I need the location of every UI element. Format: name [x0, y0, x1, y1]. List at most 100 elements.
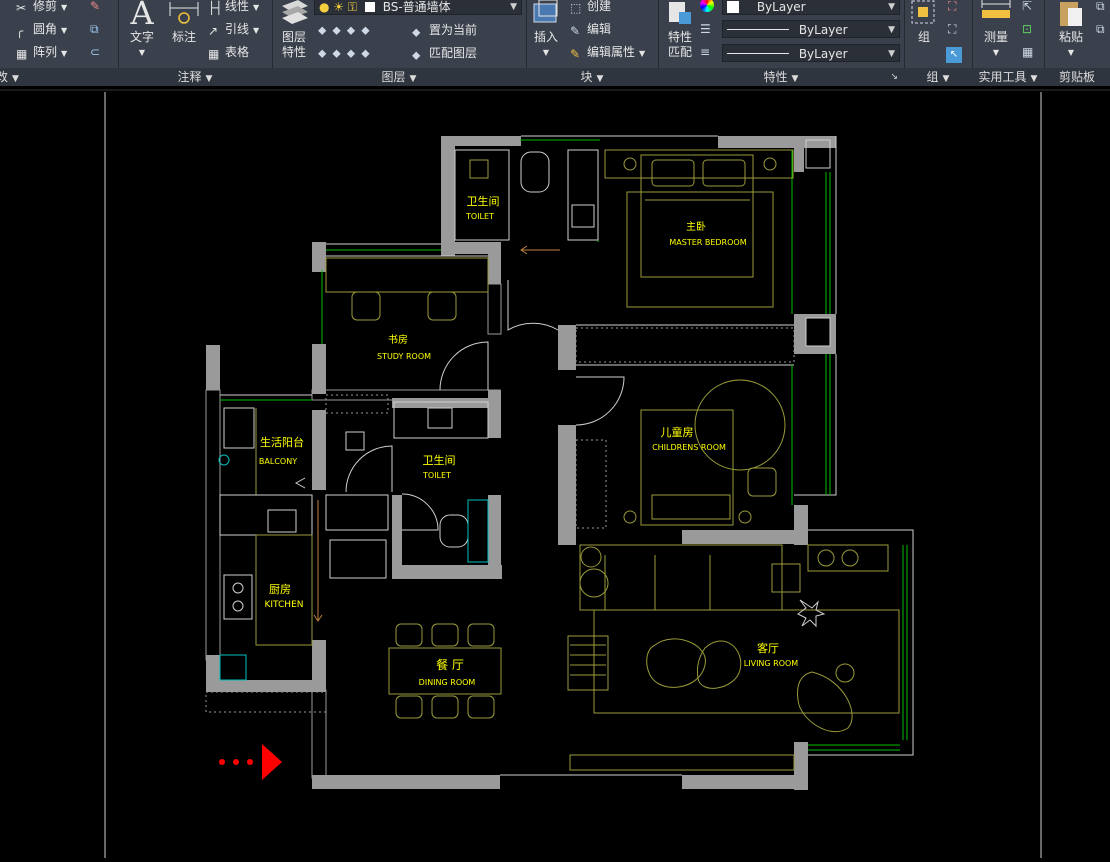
wall-segment	[312, 410, 326, 490]
plant	[797, 599, 826, 628]
modify-panel-label[interactable]: 改 ▼	[0, 68, 26, 86]
linetype-dropdown[interactable]: ByLayer ▼	[722, 20, 900, 38]
wall-segment	[392, 398, 488, 408]
set-current-tool[interactable]: ⬥ 置为当前	[412, 19, 477, 41]
chair	[467, 695, 495, 719]
color-dropdown[interactable]: ByLayer ▼	[722, 0, 900, 15]
table-tool[interactable]: ▦ 表格	[208, 41, 249, 63]
calculator-icon: ▦	[1022, 45, 1034, 59]
wall-segment	[312, 344, 326, 394]
annotation-panel-label[interactable]: 注释 ▼	[118, 68, 272, 86]
color-wheel-button[interactable]	[700, 0, 714, 17]
room-label-cn: 主卧	[686, 220, 706, 233]
arrow-head	[262, 744, 282, 780]
properties-panel-label[interactable]: 特性 ▼ ↘	[658, 68, 904, 86]
utilities-panel-label[interactable]: 实用工具 ▼	[972, 68, 1044, 86]
wall-segment	[488, 495, 501, 575]
erase-tool[interactable]: ✎	[90, 0, 100, 17]
copy-tool[interactable]: ⧉	[90, 18, 99, 40]
copy-clip-icon: ⧉	[1096, 0, 1105, 13]
linetype-button[interactable]: ☰	[700, 18, 711, 40]
wall-segment	[794, 136, 804, 172]
offset-tool[interactable]: ⊂	[90, 41, 100, 63]
kitchen-cabinet	[205, 691, 327, 713]
chair	[427, 291, 457, 321]
drawing-canvas[interactable]: 卫生间 TOILET 主卧 MASTER BEDROOM 书房 STUDY RO…	[0, 86, 1110, 858]
array-icon: ▦	[16, 47, 28, 61]
ungroup-tool[interactable]: ⛶	[948, 0, 956, 17]
layer-properties-button[interactable]: 图层 特性	[276, 0, 312, 60]
wall-segment	[441, 242, 501, 254]
room-label-en: LIVING ROOM	[744, 659, 799, 668]
group-select-tool[interactable]: ↖	[946, 42, 962, 64]
lamp	[763, 157, 777, 171]
room-label-en: TOILET	[465, 212, 494, 221]
select-all-tool[interactable]: ⊡	[1022, 18, 1032, 40]
group-button[interactable]: 组	[906, 0, 942, 45]
match-properties-button[interactable]: 特性 匹配	[662, 0, 698, 60]
coffee-table	[697, 640, 742, 689]
room-label-en: DINING ROOM	[419, 678, 476, 687]
text-button[interactable]: A 文字 ▼	[124, 0, 160, 60]
match-layer-tool[interactable]: ⬥ 匹配图层	[412, 42, 477, 64]
panel-label-bar: 改 ▼ 注释 ▼ 图层 ▼ 块 ▼ 特性 ▼ ↘ 组 ▼ 实用工具 ▼ 剪贴板	[0, 68, 1110, 86]
clipboard-panel-label[interactable]: 剪贴板	[1044, 68, 1110, 86]
cut-icon: ⧉	[1096, 22, 1105, 36]
furniture	[205, 149, 900, 771]
layer-dropdown[interactable]: ● ☀ ⚿ BS-普通墙体 ▼	[314, 0, 522, 15]
toilet-bowl	[520, 151, 550, 193]
cut-tool[interactable]: ⧉	[1096, 18, 1105, 40]
insert-block-icon	[528, 0, 564, 30]
groups-panel-label[interactable]: 组 ▼	[904, 68, 972, 86]
wall-segment	[558, 425, 576, 545]
walls	[205, 136, 836, 790]
floor-plan[interactable]: 卫生间 TOILET 主卧 MASTER BEDROOM 书房 STUDY RO…	[0, 86, 1110, 858]
group-edit-tool[interactable]: ⛶	[948, 18, 956, 40]
edit-attributes-tool[interactable]: ✎ 编辑属性 ▼	[570, 41, 645, 63]
closet	[575, 327, 795, 363]
tv-wall	[569, 754, 795, 771]
room-label-cn: 卫生间	[467, 194, 500, 208]
toilet-bowl	[439, 514, 469, 548]
quick-select-tool[interactable]: ⇱	[1022, 0, 1032, 17]
group-edit-icon: ⛶	[948, 22, 957, 36]
array-tool[interactable]: ▦ 阵列 ▼	[16, 41, 67, 63]
cursor-select-icon: ↖	[946, 47, 962, 63]
measure-button[interactable]: 测量 ▼	[976, 0, 1016, 60]
lineweight-dropdown[interactable]: ByLayer ▼	[722, 44, 900, 62]
copy-clip-tool[interactable]: ⧉	[1096, 0, 1105, 17]
fillet-tool[interactable]: ╭ 圆角 ▼	[16, 18, 67, 40]
layers-stack-icon	[276, 0, 312, 30]
leader-tool[interactable]: ↗ 引线 ▼	[208, 18, 259, 40]
layer-tools-row1[interactable]: ⬥⬥⬥⬥	[318, 19, 376, 41]
tv-cabinet	[807, 544, 889, 572]
lineweight-button[interactable]: ≡	[700, 41, 710, 63]
arrow-dot	[219, 759, 225, 765]
linetype-icon: ☰	[700, 22, 711, 36]
stove	[223, 574, 253, 620]
calculator-tool[interactable]: ▦	[1022, 41, 1033, 63]
insert-block-button[interactable]: 插入 ▼	[528, 0, 564, 60]
trim-tool[interactable]: ✂ 修剪 ▼	[16, 0, 67, 17]
edit-block-tool[interactable]: ✎ 编辑	[570, 18, 611, 40]
create-block-tool[interactable]: ⬚ 创建	[570, 0, 611, 17]
chair	[431, 695, 459, 719]
bulb-icon: ●	[319, 0, 330, 14]
block-panel-label[interactable]: 块 ▼	[526, 68, 658, 86]
lineweight-icon: ≡	[700, 45, 711, 59]
room-label-en: TOILET	[422, 471, 451, 480]
cabinet	[329, 539, 387, 579]
wall-segment	[488, 390, 501, 438]
select-all-icon: ⊡	[1022, 22, 1033, 36]
layers-panel-label[interactable]: 图层 ▼	[272, 68, 526, 86]
linear-dimension-tool[interactable]: ├┤ 线性 ▼	[208, 0, 259, 17]
paste-button[interactable]: 粘贴 ▼	[1052, 0, 1090, 60]
room-label-en: STUDY ROOM	[377, 352, 431, 361]
speaker	[817, 549, 835, 567]
quick-select-icon: ⇱	[1022, 0, 1033, 13]
shower-panel	[467, 499, 489, 563]
dimension-button[interactable]: 标注	[164, 0, 204, 45]
door-arc	[401, 493, 439, 531]
wall-segment	[392, 565, 502, 579]
layer-tools-row2[interactable]: ⬥⬥⬥⬥	[318, 42, 376, 64]
